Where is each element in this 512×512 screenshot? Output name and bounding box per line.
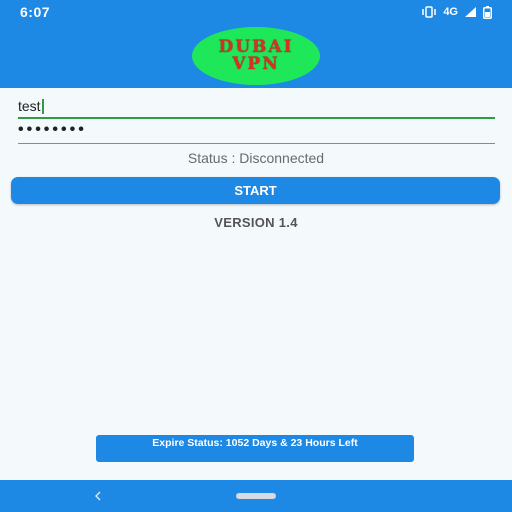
username-value: test [18,98,41,114]
app-header: 6:07 4G DUBAI VPN [0,0,512,88]
password-field[interactable]: •••••••• [18,121,495,144]
status-bar: 6:07 4G [0,0,512,24]
status-time: 6:07 [20,4,51,20]
back-chevron-icon [95,491,101,501]
text-cursor [41,98,44,114]
back-button[interactable] [90,488,106,504]
version-label: VERSION 1.4 [214,215,298,230]
navigation-bar [0,480,512,512]
expire-status-text: Expire Status: 1052 Days & 23 Hours Left [152,437,358,449]
username-field[interactable]: test [18,95,495,119]
home-gesture-pill[interactable] [236,493,276,499]
status-icons: 4G [421,5,492,19]
battery-icon [483,5,492,19]
username-value-wrapper: test [18,98,44,114]
connection-status: Status : Disconnected [187,150,325,166]
signal-icon [464,6,477,18]
app-logo: DUBAI VPN [192,27,320,85]
vibrate-icon [421,6,437,18]
network-type-label: 4G [443,6,458,18]
logo-text-line2: VPN [232,54,280,74]
start-button[interactable]: START [11,177,500,204]
password-value: •••••••• [18,121,87,138]
vpn-login-screen: 6:07 4G DUBAI VPN test •••••••• Status:… [0,0,512,512]
expire-status-badge: Expire Status: 1052 Days & 23 Hours Left [96,435,414,462]
